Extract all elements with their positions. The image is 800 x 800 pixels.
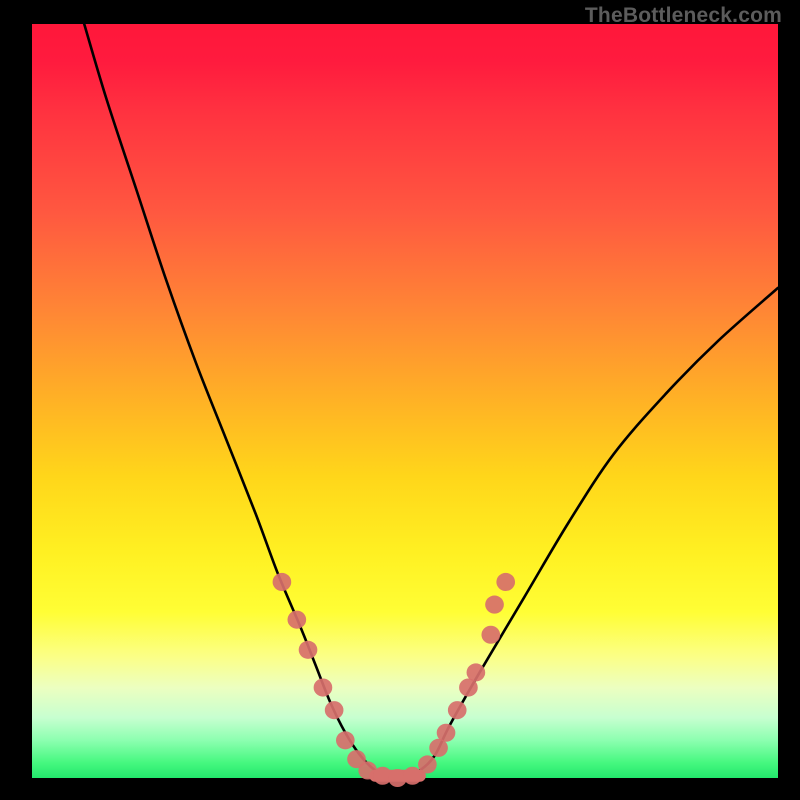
chart-svg [32, 24, 778, 778]
marker-group [273, 573, 515, 787]
data-point [448, 701, 467, 719]
data-point [288, 611, 307, 629]
bottleneck-curve [84, 24, 778, 779]
data-point [437, 724, 456, 742]
data-point [418, 755, 437, 773]
data-point [273, 573, 292, 591]
data-point [299, 641, 318, 659]
data-point [325, 701, 344, 719]
data-point [485, 596, 504, 614]
watermark: TheBottleneck.com [585, 4, 782, 28]
data-point [314, 678, 333, 696]
data-point [481, 626, 500, 644]
data-point [403, 767, 422, 785]
data-point [467, 663, 486, 681]
data-point [496, 573, 515, 591]
data-point [336, 731, 355, 749]
chart-plot-area [32, 24, 778, 778]
